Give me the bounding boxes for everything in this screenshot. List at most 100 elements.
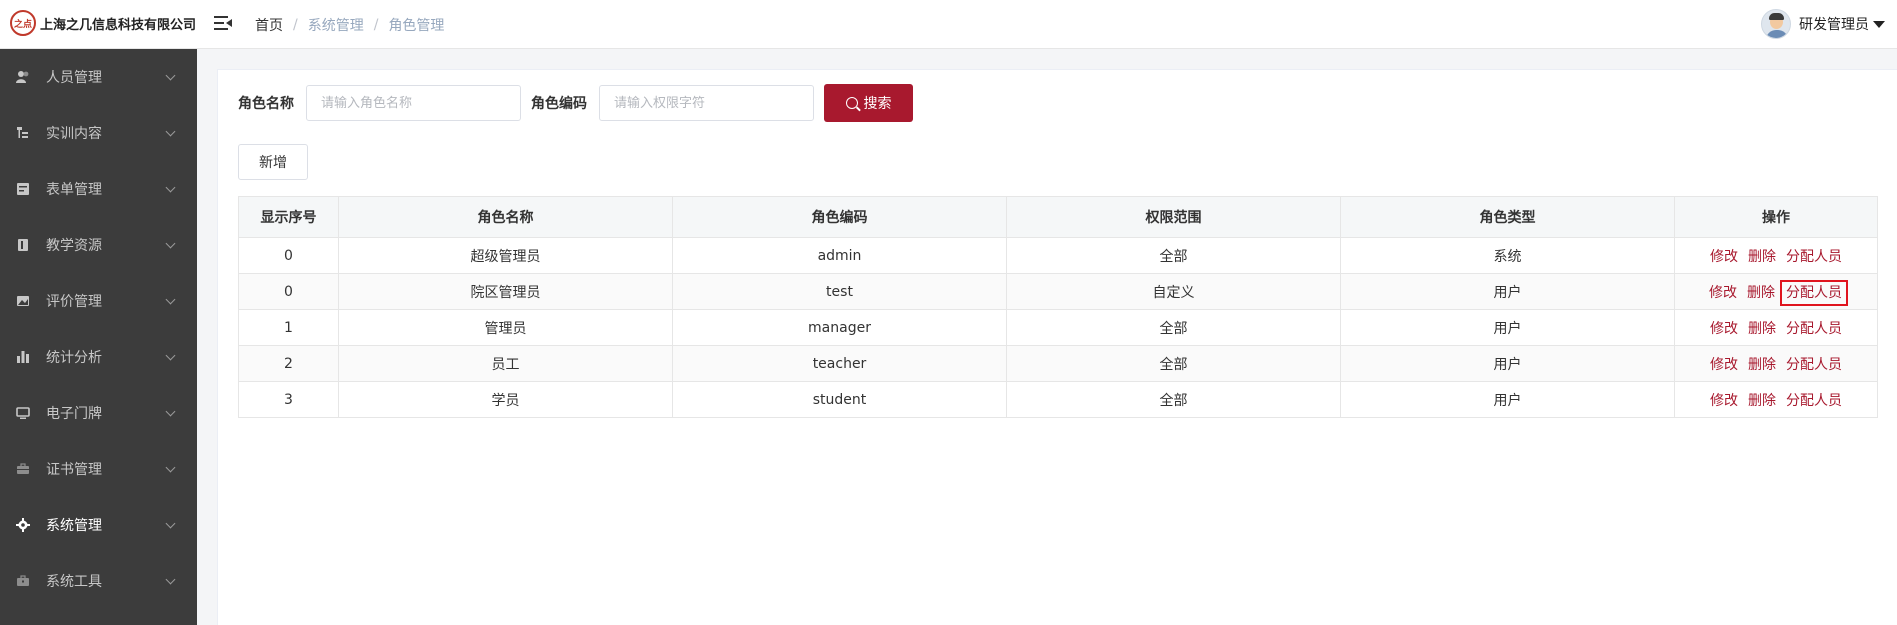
sidebar-item-e-doorplate[interactable]: 电子门牌	[0, 385, 197, 441]
assign-users-link[interactable]: 分配人员	[1786, 321, 1842, 337]
table-row: 2 员工 teacher 全部 用户 修改 删除 分配人员	[238, 345, 1878, 382]
cell-code: student	[672, 381, 1007, 418]
cell-actions: 修改 删除 分配人员	[1674, 309, 1878, 346]
monitor-icon	[16, 406, 30, 420]
search-button[interactable]: 搜索	[824, 84, 913, 122]
tree-icon	[16, 126, 30, 140]
sidebar-item-resources[interactable]: 教学资源	[0, 217, 197, 273]
sidebar-item-label: 证书管理	[46, 462, 102, 478]
chevron-down-icon	[165, 126, 176, 136]
cell-code: test	[672, 273, 1007, 310]
cell-actions: 修改 删除 分配人员	[1674, 237, 1878, 274]
user-menu[interactable]: 研发管理员	[1761, 9, 1885, 39]
cell-scope: 自定义	[1006, 273, 1341, 310]
assign-users-link[interactable]: 分配人员	[1786, 249, 1842, 265]
sidebar-item-label: 系统工具	[46, 574, 102, 590]
delete-link[interactable]: 删除	[1747, 285, 1775, 301]
cell-name: 管理员	[338, 309, 673, 346]
sidebar-item-label: 系统管理	[46, 518, 102, 534]
cell-scope: 全部	[1006, 237, 1341, 274]
cell-actions: 修改 删除 分配人员	[1674, 345, 1878, 382]
role-code-input[interactable]	[599, 85, 814, 121]
delete-link[interactable]: 删除	[1748, 249, 1776, 265]
role-name-input[interactable]	[306, 85, 521, 121]
table-row: 3 学员 student 全部 用户 修改 删除 分配人员	[238, 381, 1878, 418]
gear-icon	[16, 518, 30, 532]
briefcase-icon	[16, 462, 30, 476]
delete-link[interactable]: 删除	[1748, 357, 1776, 373]
chevron-down-icon	[165, 406, 176, 416]
sidebar-item-statistics[interactable]: 统计分析	[0, 329, 197, 385]
assign-users-link[interactable]: 分配人员	[1786, 393, 1842, 409]
column-header-order: 显示序号	[238, 196, 339, 238]
sidebar-item-label: 教学资源	[46, 238, 102, 254]
cell-order: 0	[238, 273, 339, 310]
search-button-label: 搜索	[863, 96, 892, 112]
cell-order: 1	[238, 309, 339, 346]
sidebar-item-label: 实训内容	[46, 126, 102, 142]
cell-name: 学员	[338, 381, 673, 418]
column-header-actions: 操作	[1674, 196, 1878, 238]
column-header-name: 角色名称	[338, 196, 673, 238]
sidebar-item-forms[interactable]: 表单管理	[0, 161, 197, 217]
cell-order: 2	[238, 345, 339, 382]
cell-name: 院区管理员	[338, 273, 673, 310]
delete-link[interactable]: 删除	[1748, 393, 1776, 409]
search-icon	[845, 97, 858, 109]
picture-icon	[16, 294, 30, 308]
sidebar-item-evaluation[interactable]: 评价管理	[0, 273, 197, 329]
sidebar-item-personnel[interactable]: 人员管理	[0, 49, 197, 105]
chevron-down-icon	[165, 70, 176, 80]
table-row: 0 超级管理员 admin 全部 系统 修改 删除 分配人员	[238, 237, 1878, 274]
edit-link[interactable]: 修改	[1709, 285, 1737, 301]
caret-down-icon[interactable]	[1873, 20, 1885, 28]
cell-scope: 全部	[1006, 345, 1341, 382]
brand: 之点 上海之几信息科技有限公司	[10, 10, 196, 36]
cell-type: 用户	[1340, 381, 1675, 418]
chevron-down-icon	[165, 518, 176, 528]
menu-toggle-icon[interactable]	[214, 14, 232, 32]
add-role-button[interactable]: 新增	[238, 144, 308, 180]
sidebar: 人员管理 实训内容 表单管理 教学资源 评价管理 统计分析 电子门牌 证书管理 …	[0, 49, 197, 625]
assign-users-link-highlighted[interactable]: 分配人员	[1780, 279, 1848, 306]
breadcrumb-system[interactable]: 系统管理	[308, 15, 364, 35]
breadcrumb-separator: /	[293, 17, 298, 33]
table-header-row: 显示序号 角色名称 角色编码 权限范围 角色类型 操作	[238, 196, 1878, 238]
cell-order: 0	[238, 237, 339, 274]
cell-code: teacher	[672, 345, 1007, 382]
chevron-down-icon	[165, 574, 176, 584]
user-name[interactable]: 研发管理员	[1799, 14, 1869, 34]
edit-link[interactable]: 修改	[1710, 321, 1738, 337]
table-row: 0 院区管理员 test 自定义 用户 修改 删除 分配人员	[238, 273, 1878, 310]
chevron-down-icon	[165, 238, 176, 248]
sidebar-item-certificates[interactable]: 证书管理	[0, 441, 197, 497]
breadcrumb: 首页 / 系统管理 / 角色管理	[255, 15, 444, 35]
role-code-label: 角色编码	[531, 96, 587, 112]
table-row: 1 管理员 manager 全部 用户 修改 删除 分配人员	[238, 309, 1878, 346]
edit-link[interactable]: 修改	[1710, 393, 1738, 409]
breadcrumb-home[interactable]: 首页	[255, 15, 283, 35]
sidebar-item-label: 电子门牌	[46, 406, 102, 422]
roles-table: 显示序号 角色名称 角色编码 权限范围 角色类型 操作 0 超级管理员 admi…	[238, 196, 1878, 418]
sidebar-item-system[interactable]: 系统管理	[0, 497, 197, 553]
cell-order: 3	[238, 381, 339, 418]
column-header-type: 角色类型	[1340, 196, 1675, 238]
avatar[interactable]	[1761, 9, 1791, 39]
breadcrumb-current: 角色管理	[388, 18, 445, 34]
cell-scope: 全部	[1006, 309, 1341, 346]
chevron-down-icon	[165, 182, 176, 192]
sidebar-item-tools[interactable]: 系统工具	[0, 553, 197, 609]
bar-chart-icon	[16, 350, 30, 364]
search-form: 角色名称 角色编码 搜索	[238, 84, 913, 122]
chevron-down-icon	[165, 462, 176, 472]
cell-type: 用户	[1340, 309, 1675, 346]
sidebar-item-label: 表单管理	[46, 182, 102, 198]
cell-name: 超级管理员	[338, 237, 673, 274]
cell-name: 员工	[338, 345, 673, 382]
edit-link[interactable]: 修改	[1710, 249, 1738, 265]
sidebar-item-training[interactable]: 实训内容	[0, 105, 197, 161]
form-icon	[16, 182, 30, 196]
edit-link[interactable]: 修改	[1710, 357, 1738, 373]
assign-users-link[interactable]: 分配人员	[1786, 357, 1842, 373]
delete-link[interactable]: 删除	[1748, 321, 1776, 337]
